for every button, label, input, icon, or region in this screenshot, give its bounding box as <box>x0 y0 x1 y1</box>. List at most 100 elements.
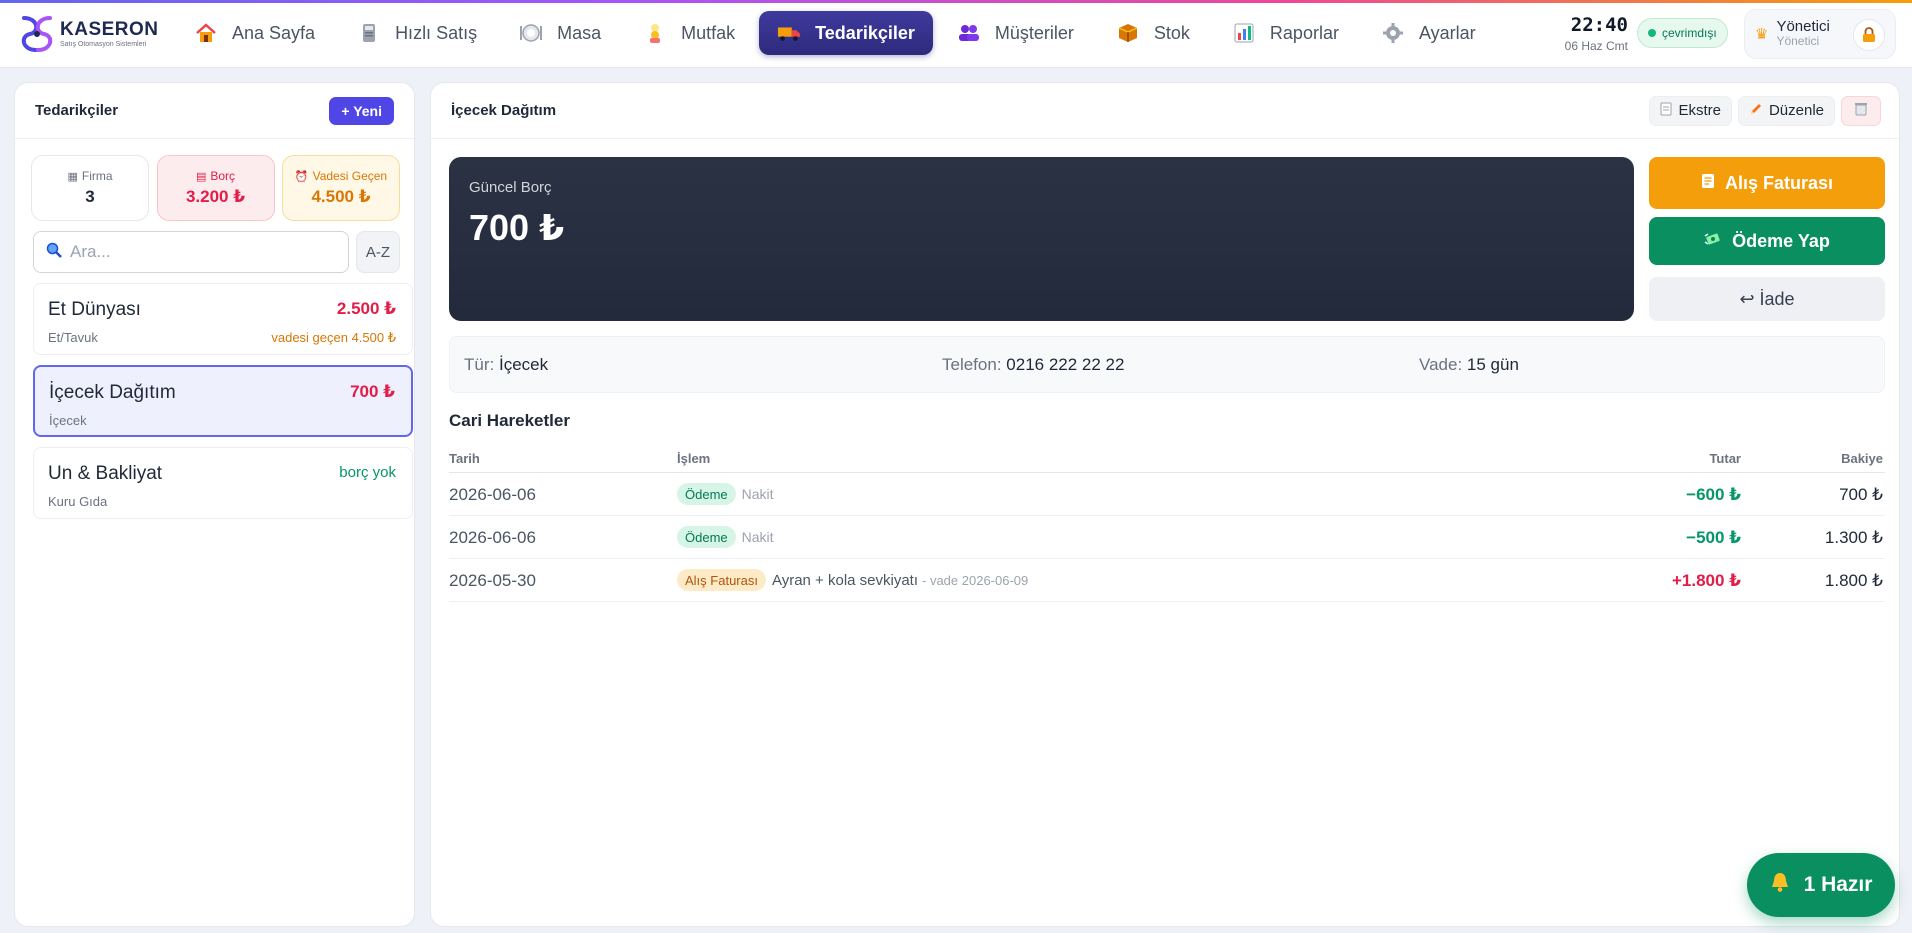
make-payment-button[interactable]: Ödeme Yap <box>1649 217 1885 265</box>
nav-kitchen[interactable]: Mutfak <box>625 11 753 55</box>
current-debt-label: Güncel Borç <box>469 179 552 196</box>
clock-date: 06 Haz Cmt <box>1564 39 1628 53</box>
search-input[interactable] <box>70 242 330 262</box>
row-date: 2026-06-06 <box>449 528 536 547</box>
ready-orders-button[interactable]: 1 Hazır <box>1747 853 1895 917</box>
col-amount: Tutar <box>1709 451 1741 466</box>
row-due-date: - vade 2026-06-09 <box>922 572 1029 588</box>
invoice-icon <box>1701 173 1715 194</box>
table-row[interactable]: 2026-05-30 Alış Faturası Ayran + kola se… <box>449 559 1885 602</box>
invoice-badge: Alış Faturası <box>677 569 766 591</box>
table-row[interactable]: 2026-06-06 Ödeme Nakit −500 ₺ 1.300 ₺ <box>449 516 1885 559</box>
supplier-item-icecek-dagitim[interactable]: İçecek Dağıtım İçecek 700 ₺ <box>33 365 413 437</box>
table-header: Tarih İşlem Tutar Bakiye <box>449 443 1885 473</box>
stat-overdue-value: 4.500 ₺ <box>311 187 371 206</box>
supplier-overdue-note: vadesi geçen 4.500 ₺ <box>271 330 396 345</box>
nav-stock-label: Stok <box>1153 22 1190 43</box>
search-field[interactable] <box>33 231 349 273</box>
lock-icon <box>1863 27 1875 42</box>
user-name: Yönetici <box>1776 18 1830 35</box>
nav-suppliers-label: Tedarikçiler <box>815 22 915 43</box>
user-menu[interactable]: ♛ Yönetici Yönetici <box>1744 9 1896 59</box>
movements-table: Tarih İşlem Tutar Bakiye 2026-06-06 Ödem… <box>449 443 1885 602</box>
supplier-name: Un & Bakliyat <box>48 463 163 484</box>
lock-button[interactable] <box>1853 19 1885 51</box>
supplier-item-un-bakliyat[interactable]: Un & Bakliyat Kuru Gıda borç yok <box>33 447 413 519</box>
suppliers-title: Tedarikçiler <box>35 102 119 119</box>
clock: 22:40 06 Haz Cmt <box>1558 14 1628 54</box>
col-operation: İşlem <box>677 451 711 466</box>
brand-subtitle: Satış Otomasyon Sistemleri <box>60 40 147 48</box>
nav-settings[interactable]: Ayarlar <box>1363 11 1494 55</box>
current-debt-card: Güncel Borç 700 ₺ <box>449 157 1634 321</box>
statement-button[interactable]: Ekstre <box>1649 95 1732 126</box>
home-icon <box>194 21 218 45</box>
stat-debt-value: 3.200 ₺ <box>185 187 246 206</box>
stat-overdue: ⏰ Vadesi Geçen 4.500 ₺ <box>282 155 400 221</box>
delete-button[interactable] <box>1841 95 1881 126</box>
nav-stock[interactable]: Stok <box>1098 11 1208 55</box>
new-supplier-button[interactable]: + Yeni <box>329 96 394 125</box>
brand-title: KASERON <box>60 18 159 40</box>
info-due: Vade: 15 gün <box>1419 355 1519 375</box>
supplier-category: Et/Tavuk <box>48 330 98 345</box>
table-row[interactable]: 2026-06-06 Ödeme Nakit −600 ₺ 700 ₺ <box>449 473 1885 516</box>
payment-badge: Ödeme <box>677 483 736 505</box>
nav-home[interactable]: Ana Sayfa <box>176 11 333 55</box>
row-balance: 1.300 ₺ <box>1824 528 1883 547</box>
info-phone-value: 0216 222 22 22 <box>1006 355 1125 374</box>
nav-customers-label: Müşteriler <box>994 22 1074 43</box>
nav-kitchen-label: Mutfak <box>681 22 736 43</box>
box-icon <box>1116 21 1140 45</box>
crown-icon: ♛ <box>1755 26 1769 43</box>
money-icon: ▤ <box>195 170 207 183</box>
pencil-icon <box>1749 102 1763 119</box>
movements-title: Cari Hareketler <box>449 411 570 430</box>
col-date: Tarih <box>449 451 480 466</box>
row-note: Nakit <box>741 486 774 502</box>
info-type-key: Tür: <box>464 355 495 374</box>
search-icon <box>46 242 62 263</box>
nav-table[interactable]: Masa <box>501 11 619 55</box>
nav-suppliers[interactable]: Tedarikçiler <box>759 11 933 55</box>
row-date: 2026-05-30 <box>449 571 536 590</box>
suppliers-panel: Tedarikçiler + Yeni ▦ Firma 3 ▤ Borç 3.200… <box>14 82 415 927</box>
row-note: Nakit <box>741 529 774 545</box>
nav-customers[interactable]: Müşteriler <box>939 11 1092 55</box>
info-phone: Telefon: 0216 222 22 22 <box>942 355 1124 375</box>
brand-logo[interactable]: KASERON Satış Otomasyon Sistemleri <box>18 13 159 55</box>
edit-button[interactable]: Düzenle <box>1737 95 1835 126</box>
supplier-info-bar: Tür: İçecek Telefon: 0216 222 22 22 Vade… <box>449 336 1885 393</box>
register-icon <box>357 21 381 45</box>
stat-debt: ▤ Borç 3.200 ₺ <box>156 155 275 221</box>
payment-badge: Ödeme <box>677 526 736 548</box>
row-amount: −500 ₺ <box>1686 528 1741 547</box>
refund-button[interactable]: ↩ İade <box>1649 277 1885 321</box>
supplier-detail-panel: İçecek Dağıtım Ekstre Düzenle Güncel Bor… <box>430 82 1900 927</box>
supplier-name: Et Dünyası <box>48 299 141 320</box>
edit-label: Düzenle <box>1768 102 1824 119</box>
info-due-value: 15 gün <box>1466 355 1519 374</box>
nav-quick-sale[interactable]: Hızlı Satış <box>339 11 495 55</box>
current-debt-value: 700 ₺ <box>469 207 565 248</box>
connection-status-label: çevrimdışı <box>1662 26 1717 40</box>
supplier-item-et-dunyasi[interactable]: Et Dünyası Et/Tavuk 2.500 ₺ vadesi geçen… <box>33 283 413 355</box>
trash-icon <box>1854 101 1868 120</box>
sort-az-button[interactable]: A-Z <box>356 231 400 273</box>
nav-reports[interactable]: Raporlar <box>1214 11 1357 55</box>
connection-status-badge: çevrimdışı <box>1637 18 1728 48</box>
stat-overdue-label: Vadesi Geçen <box>312 169 388 183</box>
row-balance: 1.800 ₺ <box>1824 571 1883 590</box>
stat-firm-label: Firma <box>81 169 113 183</box>
top-navbar: KASERON Satış Otomasyon Sistemleri Ana S… <box>0 0 1912 68</box>
nav-settings-label: Ayarlar <box>1418 22 1476 43</box>
nav-home-label: Ana Sayfa <box>232 22 316 43</box>
alarm-clock-icon: ⏰ <box>294 170 309 183</box>
supplier-debt: 2.500 ₺ <box>336 299 396 318</box>
purchase-invoice-button[interactable]: Alış Faturası <box>1649 157 1885 209</box>
plate-icon <box>519 21 543 45</box>
stat-debt-label: Borç <box>210 169 236 183</box>
main-nav: Ana Sayfa Hızlı Satış Masa Mutfak Tedari… <box>176 11 1500 55</box>
nav-table-label: Masa <box>557 22 602 43</box>
chart-icon <box>1232 21 1256 45</box>
